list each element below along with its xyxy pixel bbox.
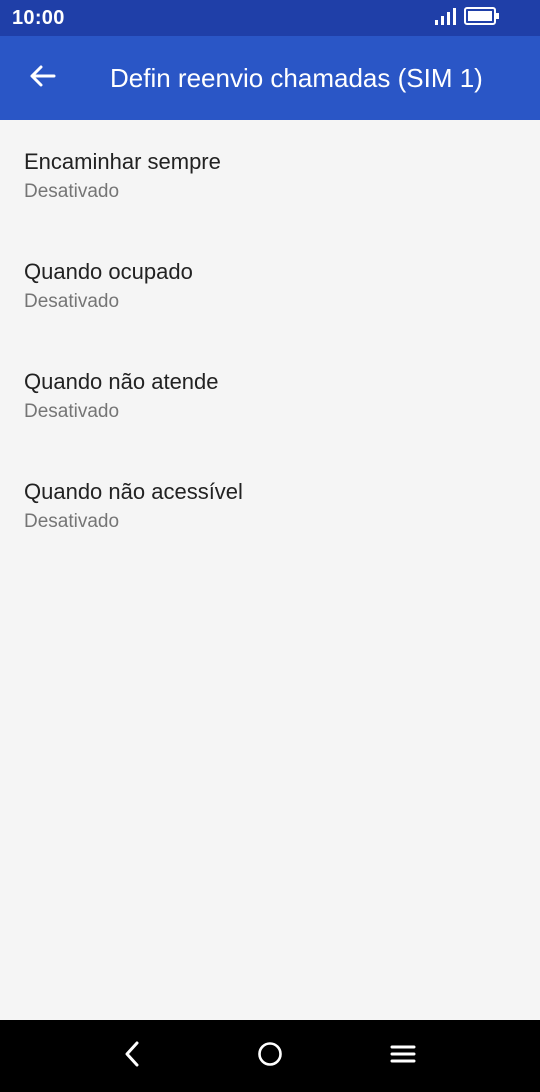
navigation-bar: [0, 1020, 540, 1092]
list-item-when-busy[interactable]: Quando ocupado Desativado: [0, 230, 540, 340]
list-item-title: Quando ocupado: [24, 259, 193, 284]
list-item-title: Quando não atende: [24, 369, 219, 394]
list-item-when-unanswered[interactable]: Quando não atende Desativado: [0, 340, 540, 450]
list-item-status: Desativado: [24, 181, 120, 202]
status-time: 10:00: [12, 6, 65, 29]
list-item-title: Quando não acessível: [24, 479, 243, 504]
nav-menu-icon: [389, 1042, 417, 1071]
nav-back-icon: [122, 1040, 142, 1073]
app-bar: Defin reenvio chamadas (SIM 1): [0, 36, 540, 120]
nav-menu-button[interactable]: [379, 1036, 427, 1076]
list-item-status: Desativado: [24, 291, 120, 312]
signal-icon: [434, 7, 456, 30]
nav-home-icon: [256, 1040, 284, 1073]
list-item-title: Encaminhar sempre: [24, 149, 221, 174]
arrow-left-icon: [28, 64, 56, 93]
list-item-status: Desativado: [24, 511, 120, 532]
settings-list: Encaminhar sempre Desativado Quando ocup…: [0, 120, 540, 560]
status-bar: 10:00: [0, 0, 540, 36]
page-title: Defin reenvio chamadas (SIM 1): [110, 63, 483, 93]
list-item-status: Desativado: [24, 401, 120, 422]
nav-back-button[interactable]: [108, 1036, 156, 1076]
list-item-when-unreachable[interactable]: Quando não acessível Desativado: [0, 450, 540, 560]
status-icons: [434, 6, 528, 30]
list-item-forward-always[interactable]: Encaminhar sempre Desativado: [0, 120, 540, 230]
nav-home-button[interactable]: [246, 1036, 294, 1076]
back-button[interactable]: [20, 58, 64, 98]
battery-icon: [464, 6, 500, 30]
